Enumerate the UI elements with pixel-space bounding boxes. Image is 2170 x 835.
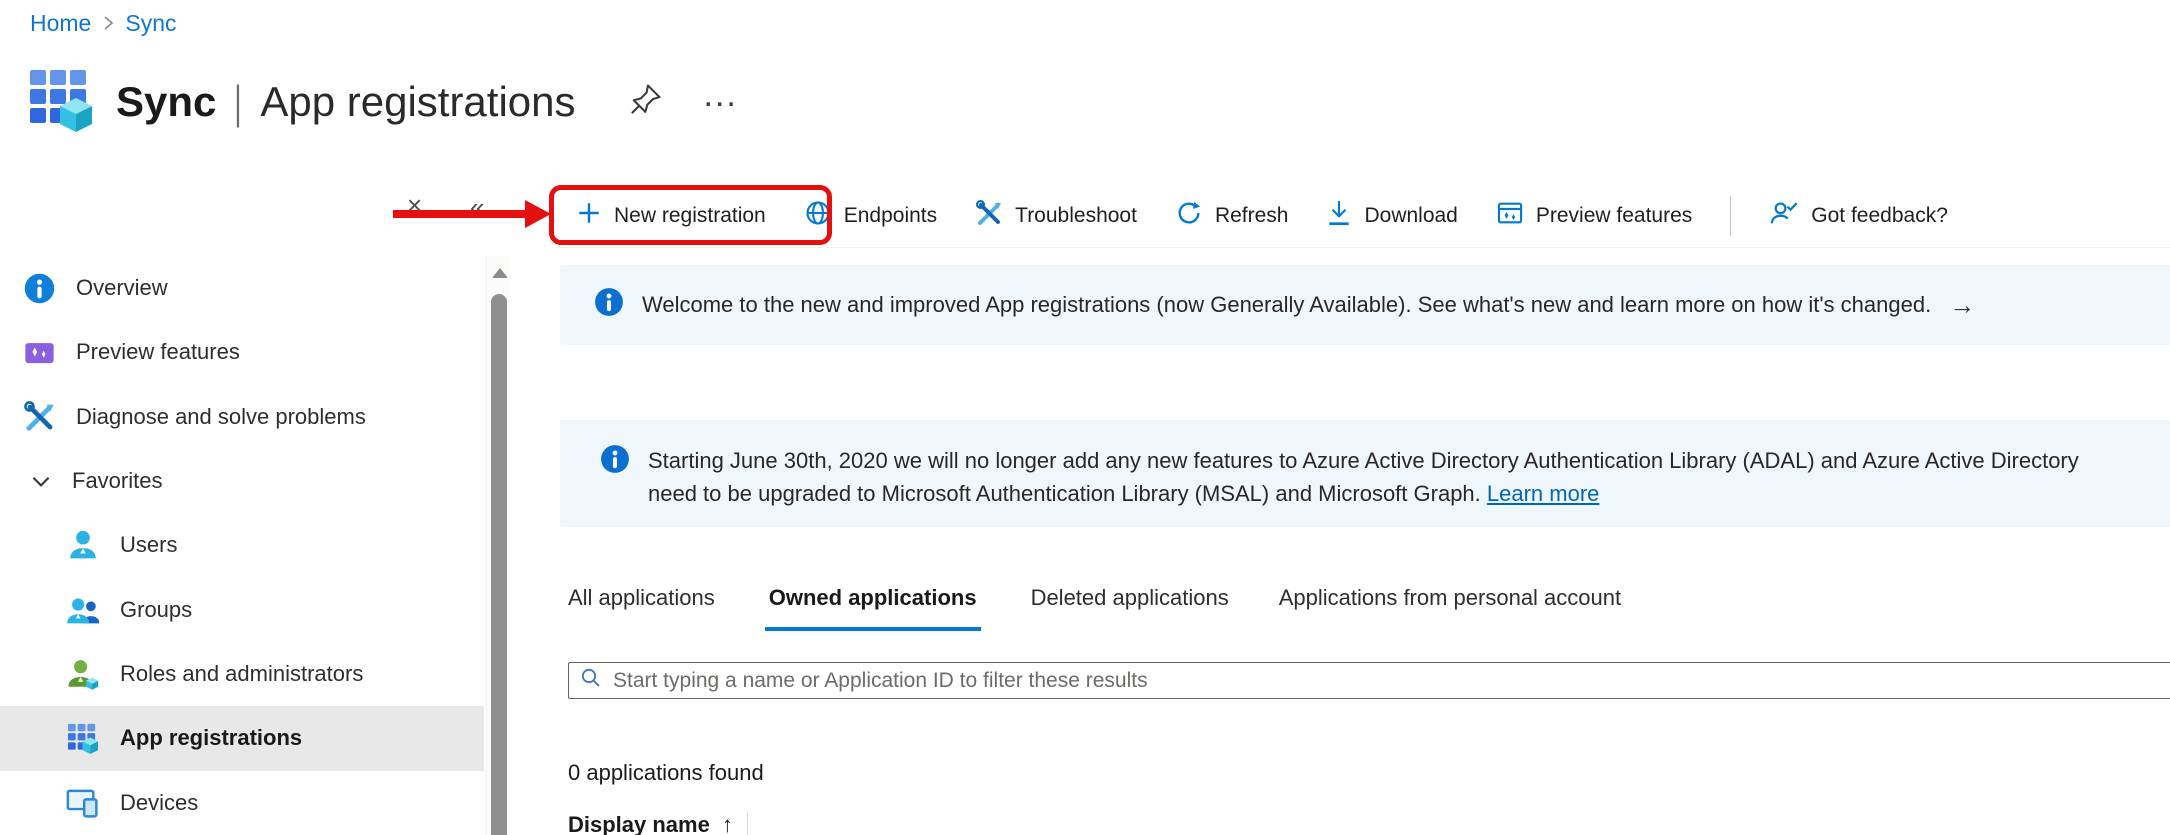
annotation-arrow	[393, 210, 525, 218]
sidebar-scrollbar[interactable]	[486, 256, 511, 835]
breadcrumb-home-link[interactable]: Home	[30, 10, 91, 37]
sidebar-item-users[interactable]: Users	[0, 513, 484, 577]
adal-banner-line2: need to be upgraded to Microsoft Authent…	[648, 477, 2079, 510]
sidebar-item-devices[interactable]: Devices	[0, 771, 484, 835]
feedback-icon	[1769, 199, 1799, 233]
sidebar-item-app-registrations[interactable]: App registrations	[0, 706, 484, 770]
sort-ascending-icon: ↑	[722, 812, 733, 835]
info-icon	[600, 444, 630, 480]
tab-owned-applications[interactable]: Owned applications	[765, 585, 981, 631]
refresh-button[interactable]: Refresh	[1175, 199, 1289, 233]
page-title-separator: |	[225, 75, 251, 129]
preview-features-icon	[22, 335, 56, 369]
download-icon	[1326, 199, 1352, 233]
preview-features-button[interactable]: Preview features	[1496, 199, 1692, 233]
got-feedback-button[interactable]: Got feedback?	[1769, 199, 1948, 233]
command-bar: New registration Endpoints Troubleshoot	[560, 186, 2170, 246]
pin-icon[interactable]	[628, 81, 664, 122]
tab-all-applications[interactable]: All applications	[568, 585, 715, 631]
sidebar-item-overview[interactable]: Overview	[0, 256, 484, 320]
breadcrumb-chevron-icon	[101, 10, 115, 37]
refresh-icon	[1175, 199, 1203, 233]
devices-icon	[66, 786, 100, 820]
tab-personal-account-applications[interactable]: Applications from personal account	[1279, 585, 1621, 631]
globe-icon	[804, 199, 832, 233]
search-input[interactable]	[613, 669, 2163, 693]
app-registrations-icon	[66, 721, 100, 755]
page-title: Sync | App registrations	[116, 75, 576, 129]
display-name-column-header[interactable]: Display name ↑	[568, 812, 733, 835]
more-menu-icon[interactable]: ...	[704, 85, 738, 119]
page-header: Sync | App registrations ...	[28, 64, 738, 139]
info-icon	[22, 271, 56, 305]
toolbar-divider	[1730, 196, 1731, 236]
banner-arrow-icon[interactable]: →	[1949, 290, 1975, 321]
sidebar-group-favorites[interactable]: Favorites	[0, 449, 484, 513]
preview-features-toolbar-icon	[1496, 199, 1524, 233]
sidebar-item-diagnose[interactable]: Diagnose and solve problems	[0, 385, 484, 449]
page-title-name: Sync	[116, 78, 216, 126]
app-registrations-page: Home Sync	[0, 0, 2170, 835]
adal-banner-text: Starting June 30th, 2020 we will no long…	[648, 444, 2079, 510]
learn-more-link[interactable]: Learn more	[1487, 481, 1600, 506]
new-registration-button[interactable]: New registration	[560, 200, 766, 232]
sidebar-item-roles[interactable]: Roles and administrators	[0, 642, 484, 706]
app-registrations-icon	[28, 64, 94, 139]
welcome-banner: Welcome to the new and improved App regi…	[560, 265, 2170, 345]
chevron-down-icon	[28, 464, 54, 498]
adal-banner-line1: Starting June 30th, 2020 we will no long…	[648, 444, 2079, 477]
blade-collapse-icon[interactable]: «	[470, 192, 484, 223]
scrollbar-thumb[interactable]	[491, 294, 507, 835]
breadcrumb-sync-link[interactable]: Sync	[125, 10, 176, 37]
sidebar-item-groups[interactable]: Groups	[0, 578, 484, 642]
breadcrumb: Home Sync	[30, 10, 177, 37]
scrollbar-up-icon[interactable]	[492, 268, 508, 278]
column-divider	[747, 812, 748, 835]
users-icon	[66, 528, 100, 562]
sidebar-item-preview-features[interactable]: Preview features	[0, 320, 484, 384]
search-icon	[579, 666, 603, 695]
adal-banner: Starting June 30th, 2020 we will no long…	[560, 420, 2170, 527]
tools-icon	[975, 199, 1003, 233]
page-title-section: App registrations	[260, 78, 575, 126]
application-tabs: All applications Owned applications Dele…	[568, 585, 1621, 631]
roles-icon	[66, 657, 100, 691]
filter-search-box	[568, 662, 2170, 699]
result-count: 0 applications found	[568, 760, 764, 786]
tools-icon	[22, 400, 56, 434]
info-icon	[594, 287, 624, 323]
groups-icon	[66, 593, 100, 627]
toolbar-rule	[556, 247, 2170, 248]
download-button[interactable]: Download	[1326, 199, 1457, 233]
welcome-banner-text: Welcome to the new and improved App regi…	[642, 292, 1931, 318]
endpoints-button[interactable]: Endpoints	[804, 199, 937, 233]
tab-deleted-applications[interactable]: Deleted applications	[1031, 585, 1229, 631]
sidebar-nav: Overview Preview features D	[0, 256, 484, 835]
troubleshoot-button[interactable]: Troubleshoot	[975, 199, 1137, 233]
plus-icon	[576, 200, 602, 232]
